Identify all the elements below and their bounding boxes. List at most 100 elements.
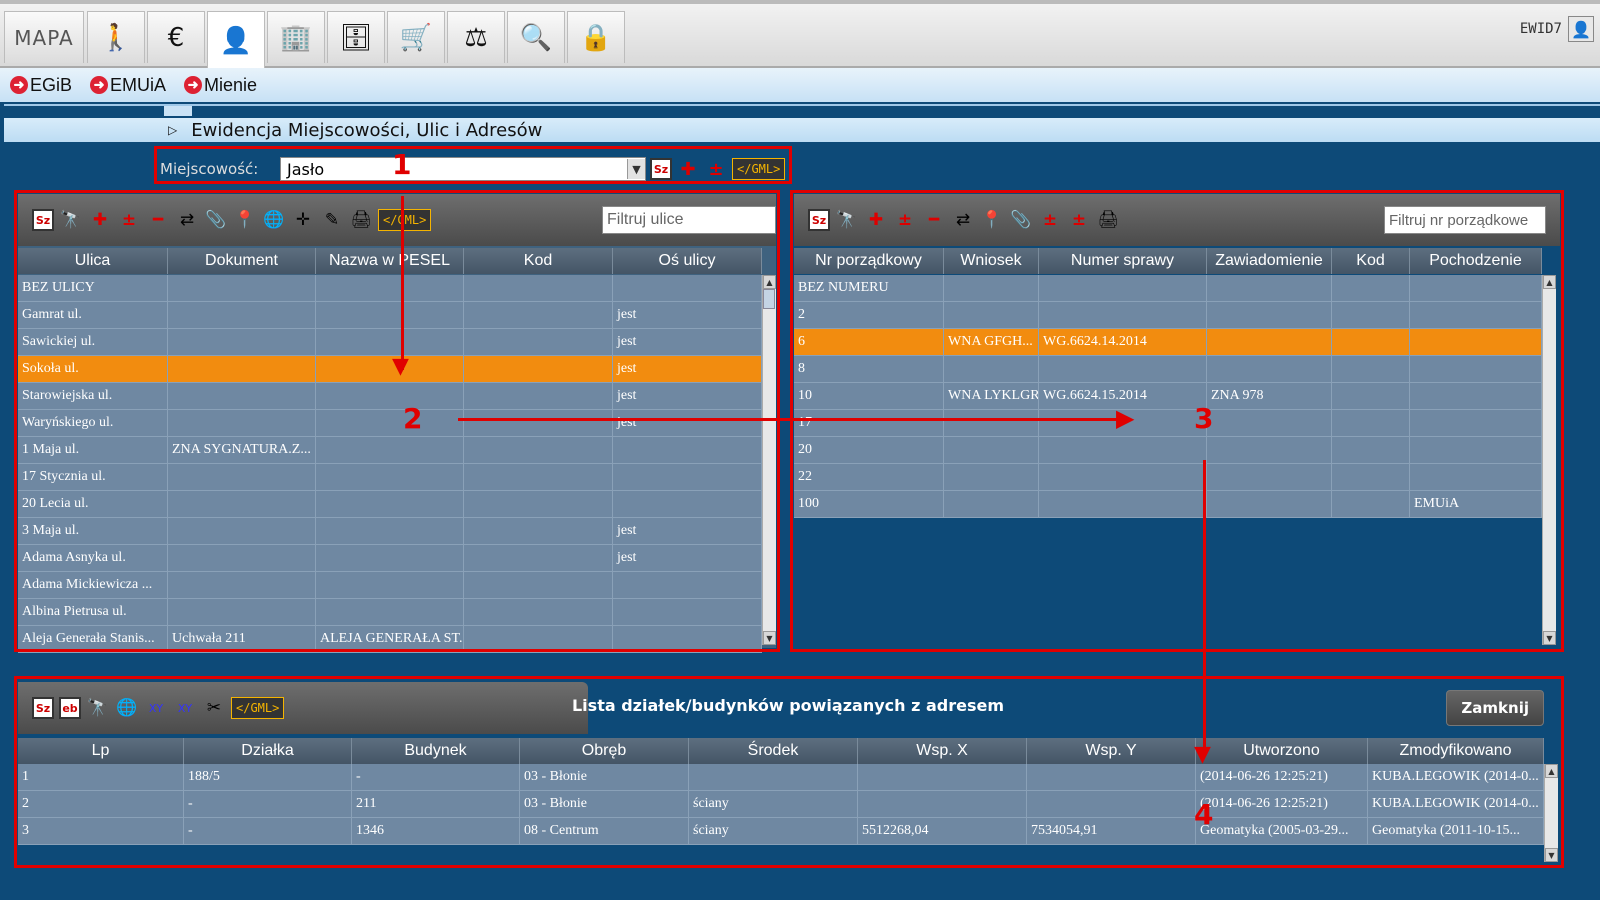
table-row[interactable]: 20 [794, 437, 1542, 464]
column-header[interactable]: Lp [18, 738, 184, 764]
edit-w-icon[interactable]: ± [1038, 208, 1062, 232]
table-row[interactable]: Gamrat ul. jest [18, 302, 762, 329]
remove-icon[interactable]: ━ [922, 208, 946, 232]
column-header[interactable]: Wsp. Y [1027, 738, 1196, 764]
print-icon[interactable]: 🖨 [349, 208, 373, 232]
edit-icon[interactable]: ± [117, 208, 141, 232]
table-row[interactable]: 100 EMUiA [794, 491, 1542, 518]
remove-icon[interactable]: ━ [146, 208, 170, 232]
table-row[interactable]: 2-211 03 - Błonie ściany (2014-06-26 12:25:… [18, 791, 1544, 818]
transfer-icon[interactable]: ⇄ [175, 208, 199, 232]
edit-icon[interactable]: ± [893, 208, 917, 232]
print-icon[interactable]: 🖨 [1096, 208, 1120, 232]
eb-icon[interactable]: eb [59, 697, 81, 719]
column-header[interactable]: Nr porządkowy [794, 248, 944, 274]
table-row[interactable]: 3-1346 08 - Centrum ściany 5512268,04 753405… [18, 818, 1544, 845]
map-axis-icon[interactable]: 🌐 [115, 696, 139, 720]
column-header[interactable]: Obręb [520, 738, 689, 764]
column-header[interactable]: Oś ulicy [613, 248, 762, 274]
section-header[interactable]: ▷ Ewidencja Miejscowości, Ulic i Adresów [4, 118, 1600, 142]
table-row[interactable]: 3 Maja ul. jest [18, 518, 762, 545]
transfer-icon[interactable]: ⇄ [951, 208, 975, 232]
table-row[interactable]: 10 WNA LYKLGR WG.6624.15.2014 ZNA 978 [794, 383, 1542, 410]
numbers-scrollbar[interactable]: ▲ ▼ [1542, 275, 1556, 645]
number-filter-input[interactable]: Filtruj nr porządkowe [1384, 206, 1546, 234]
column-header[interactable]: Budynek [352, 738, 520, 764]
column-header[interactable]: Dokument [168, 248, 316, 274]
table-row[interactable]: 2 [794, 302, 1542, 329]
binoculars-icon[interactable]: 🔭 [835, 208, 859, 232]
column-header[interactable]: Działka [184, 738, 352, 764]
table-row[interactable]: 1 Maja ul. ZNA SYGNATURA.Z... [18, 437, 762, 464]
add-icon[interactable]: ✚ [864, 208, 888, 232]
parcels-scrollbar[interactable]: ▲ ▼ [1544, 764, 1558, 862]
unlink-icon[interactable]: ✂ [202, 696, 226, 720]
sz-icon[interactable]: Sz [650, 158, 672, 180]
column-header[interactable]: Zawiadomienie [1207, 248, 1332, 274]
link-icon[interactable]: 📎 [1009, 208, 1033, 232]
table-row[interactable]: 6 WNA GFGH... WG.6624.14.2014 [794, 329, 1542, 356]
locality-select[interactable]: Jasło ▼ [280, 157, 646, 181]
table-row[interactable]: Starowiejska ul. jest [18, 383, 762, 410]
sz-icon[interactable]: Sz [808, 209, 830, 231]
scroll-up-icon[interactable]: ▲ [1545, 764, 1558, 778]
table-row[interactable]: Adama Mickiewicza ... [18, 572, 762, 599]
cabinet-icon[interactable]: 🗄 [327, 11, 385, 63]
streets-scrollbar[interactable]: ▲ ▼ [762, 275, 776, 645]
scroll-thumb[interactable] [763, 289, 775, 309]
cart-icon[interactable]: 🛒 [387, 11, 445, 63]
link-icon[interactable]: 📎 [204, 208, 228, 232]
euro-icon[interactable]: € [147, 11, 205, 63]
user-icon[interactable]: 👤 [1568, 16, 1594, 42]
link-emuia[interactable]: ➜ EMUiA [90, 75, 166, 96]
table-row[interactable]: 8 [794, 356, 1542, 383]
xy-alt-icon[interactable]: XY [173, 696, 197, 720]
expand-triangle-icon[interactable]: ▷ [168, 123, 177, 137]
xy-icon[interactable]: XY [144, 696, 168, 720]
edit-icon[interactable]: ± [704, 157, 728, 181]
table-row[interactable]: 17 Stycznia ul. [18, 464, 762, 491]
add-icon[interactable]: ✚ [676, 157, 700, 181]
chevron-down-icon[interactable]: ▼ [627, 159, 645, 179]
column-header[interactable]: Kod [464, 248, 613, 274]
scroll-down-icon[interactable]: ▼ [763, 631, 776, 645]
search-icon[interactable]: 🔍 [507, 11, 565, 63]
map-axis-icon[interactable]: 🌐 [262, 208, 286, 232]
locate-xy-icon[interactable]: 📍 [980, 208, 1004, 232]
add-icon[interactable]: ✚ [88, 208, 112, 232]
edit-z-icon[interactable]: ± [1067, 208, 1091, 232]
table-row[interactable]: BEZ NUMERU [794, 275, 1542, 302]
scroll-down-icon[interactable]: ▼ [1545, 848, 1558, 862]
table-row[interactable]: Adama Asnyka ul. jest [18, 545, 762, 572]
close-button[interactable]: Zamknij [1446, 690, 1544, 726]
column-header[interactable]: Pochodzenie [1410, 248, 1542, 274]
lock-icon[interactable]: 🔒 [567, 11, 625, 63]
person-icon[interactable]: 👤 [207, 11, 265, 69]
table-row[interactable]: 22 [794, 464, 1542, 491]
table-row[interactable]: Waryńskiego ul. jest [18, 410, 762, 437]
table-row[interactable]: 17 [794, 410, 1542, 437]
draw-icon[interactable]: ✎ [320, 208, 344, 232]
scroll-down-icon[interactable]: ▼ [1543, 631, 1556, 645]
scroll-up-icon[interactable]: ▲ [763, 275, 776, 289]
surveyor-icon[interactable]: 🚶 [87, 11, 145, 63]
buildings-icon[interactable]: 🏢 [267, 11, 325, 63]
sz-icon[interactable]: Sz [32, 209, 54, 231]
sz-icon[interactable]: Sz [32, 697, 54, 719]
tab-mapa[interactable]: MAPA [4, 11, 84, 63]
table-row[interactable]: Albina Pietrusa ul. [18, 599, 762, 626]
table-row[interactable]: Sokoła ul. jest [18, 356, 762, 383]
column-header[interactable]: Środek [689, 738, 858, 764]
column-header[interactable]: Nazwa w PESEL [316, 248, 464, 274]
binoculars-icon[interactable]: 🔭 [86, 696, 110, 720]
binoculars-icon[interactable]: 🔭 [59, 208, 83, 232]
column-header[interactable]: Wsp. X [858, 738, 1027, 764]
column-header[interactable]: Zmodyfikowano [1368, 738, 1544, 764]
gavel-icon[interactable]: ⚖ [447, 11, 505, 63]
table-row[interactable]: 1 188/5-03 - Błonie (2014-06-26 12:25:21) K… [18, 764, 1544, 791]
gml-export-button[interactable]: </GML> [231, 697, 285, 719]
table-row[interactable]: Aleja Generała Stanis... Uchwała 211 ALEJA… [18, 626, 762, 653]
link-egib[interactable]: ➜ EGiB [10, 75, 72, 96]
column-header[interactable]: Wniosek [944, 248, 1039, 274]
table-row[interactable]: BEZ ULICY [18, 275, 762, 302]
